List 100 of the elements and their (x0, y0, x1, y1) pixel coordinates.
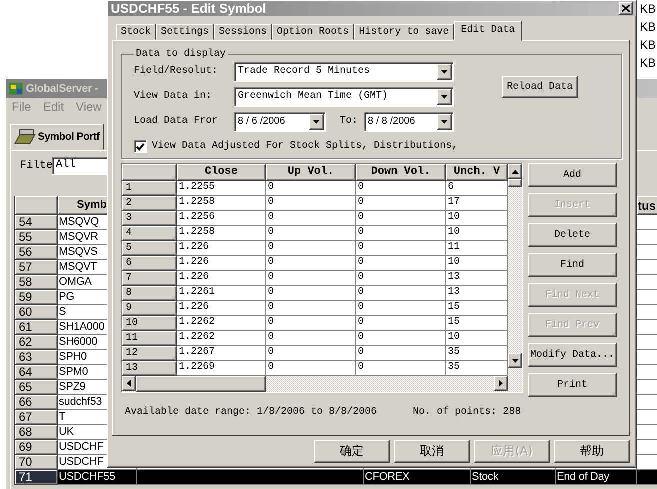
row-number: 64 (15, 365, 58, 380)
folder-icon (14, 129, 36, 145)
table-cell: 1.2255 (177, 181, 266, 196)
header-cell (122, 164, 177, 181)
row-number: 70 (15, 455, 58, 470)
action-button[interactable]: Add (528, 163, 617, 187)
vertical-scrollbar[interactable] (508, 164, 522, 376)
scroll-thumb[interactable] (508, 179, 522, 187)
table-cell: 0 (266, 241, 356, 256)
row-number: 11 (122, 331, 177, 346)
table-cell: 1.226 (177, 301, 266, 316)
tab[interactable]: History to save (354, 24, 454, 40)
dropdown[interactable]: Greenwich Mean Time (GMT) (234, 86, 454, 106)
scroll-down-button[interactable] (508, 353, 522, 368)
table-cell: 1.2256 (177, 211, 266, 226)
horizontal-scrollbar[interactable] (122, 376, 522, 392)
row-number: 1 (122, 181, 177, 196)
row-number: 8 (122, 286, 177, 301)
tab[interactable]: Stock (116, 24, 156, 40)
action-button[interactable]: Print (528, 373, 617, 397)
table-cell: 1.2262 (177, 331, 266, 346)
row-number: 66 (15, 395, 58, 410)
column-header[interactable]: Up Vol. (266, 164, 356, 181)
table-cell: 0 (356, 271, 446, 286)
tab[interactable]: Sessions (214, 24, 272, 40)
list-label: KB (640, 55, 656, 72)
scroll-left-button[interactable] (122, 376, 136, 391)
row-number: 5 (122, 241, 177, 256)
window-title: USDCHF55 - Edit Symbol (111, 1, 266, 16)
table-cell: 0 (266, 301, 356, 316)
close-button[interactable] (619, 2, 633, 15)
row-number: 10 (122, 316, 177, 331)
table-cell: 0 (356, 316, 446, 331)
date-picker[interactable]: 8 / 6 /2006 (234, 112, 326, 132)
row-number: 63 (15, 350, 58, 365)
table-cell: 0 (356, 181, 446, 196)
scroll-up-button[interactable] (508, 164, 522, 179)
dialog-button[interactable]: 确定 (314, 440, 390, 463)
action-button[interactable]: Delete (528, 223, 617, 247)
table-cell: 0 (266, 211, 356, 226)
checkbox[interactable] (134, 140, 147, 153)
table-cell: 0 (356, 301, 446, 316)
column-header[interactable]: Unch. V (446, 164, 508, 181)
table-cell: 0 (266, 226, 356, 241)
row-number: 2 (122, 196, 177, 211)
table-cell: 0 (266, 196, 356, 211)
filter-label: Filte (19, 160, 52, 172)
tab[interactable]: Symbol Portf (10, 124, 104, 150)
table-cell: CFOREX (364, 470, 471, 485)
table-cell: 0 (266, 331, 356, 346)
date-picker[interactable]: 8 / 8 /2006 (364, 112, 454, 132)
row-number: 55 (15, 230, 58, 245)
action-button[interactable]: Modify Data... (528, 343, 617, 367)
app-icon (8, 80, 24, 96)
table-cell: Stock (471, 470, 556, 485)
table-cell: 0 (266, 316, 356, 331)
table-cell: 0 (266, 181, 356, 196)
table-cell: 0 (266, 346, 356, 361)
row-number: 57 (15, 260, 58, 275)
status-text: No. of points: 288 (413, 407, 522, 418)
table-cell: 0 (356, 241, 446, 256)
tab[interactable]: Settings (156, 24, 214, 40)
scroll-thumb[interactable] (136, 376, 266, 392)
group-title: Data to display (135, 49, 228, 60)
table-cell: 1.2261 (177, 286, 266, 301)
reload-button[interactable]: Reload Data (502, 76, 578, 98)
table-cell: 1.2258 (177, 196, 266, 211)
row-number: 65 (15, 380, 58, 395)
table-cell: 0 (266, 271, 356, 286)
table-cell: 1.2267 (177, 346, 266, 361)
caret-icon (499, 380, 503, 387)
row-number: 69 (15, 440, 58, 455)
column-header[interactable]: tus (637, 196, 657, 215)
row-number: 9 (122, 301, 177, 316)
column-header[interactable]: Down Vol. (356, 164, 446, 181)
tab[interactable]: Option Roots (272, 24, 354, 40)
row-number: 13 (122, 361, 177, 376)
caret-icon (441, 120, 448, 124)
field-label: Field/Resolut: (134, 66, 220, 77)
table-cell: 1.226 (177, 256, 266, 271)
row-number: 6 (122, 256, 177, 271)
row-number: 71 (15, 470, 58, 485)
column-header[interactable]: Close (177, 164, 266, 181)
table-cell: 0 (266, 286, 356, 301)
list-label: KB (640, 19, 656, 36)
dropdown[interactable]: Trade Record 5 Minutes (234, 62, 454, 82)
dialog-button[interactable]: 帮助 (554, 440, 630, 463)
field-label: To: (340, 116, 360, 127)
row-number: 54 (15, 215, 58, 230)
row-number: 67 (15, 410, 58, 425)
list-label: KB (640, 1, 656, 18)
scroll-right-button[interactable] (494, 376, 508, 391)
action-button[interactable]: Find (528, 253, 617, 277)
dialog-button[interactable]: 取消 (394, 440, 470, 463)
table-row[interactable]: 71 USDCHF55 CFOREX Stock End of Day (15, 470, 657, 485)
table-cell: 0 (266, 256, 356, 271)
table-cell: 0 (356, 346, 446, 361)
table-cell: 1.226 (177, 241, 266, 256)
table-cell: USDCHF55 (58, 470, 137, 485)
tab[interactable]: Edit Data (454, 21, 522, 41)
